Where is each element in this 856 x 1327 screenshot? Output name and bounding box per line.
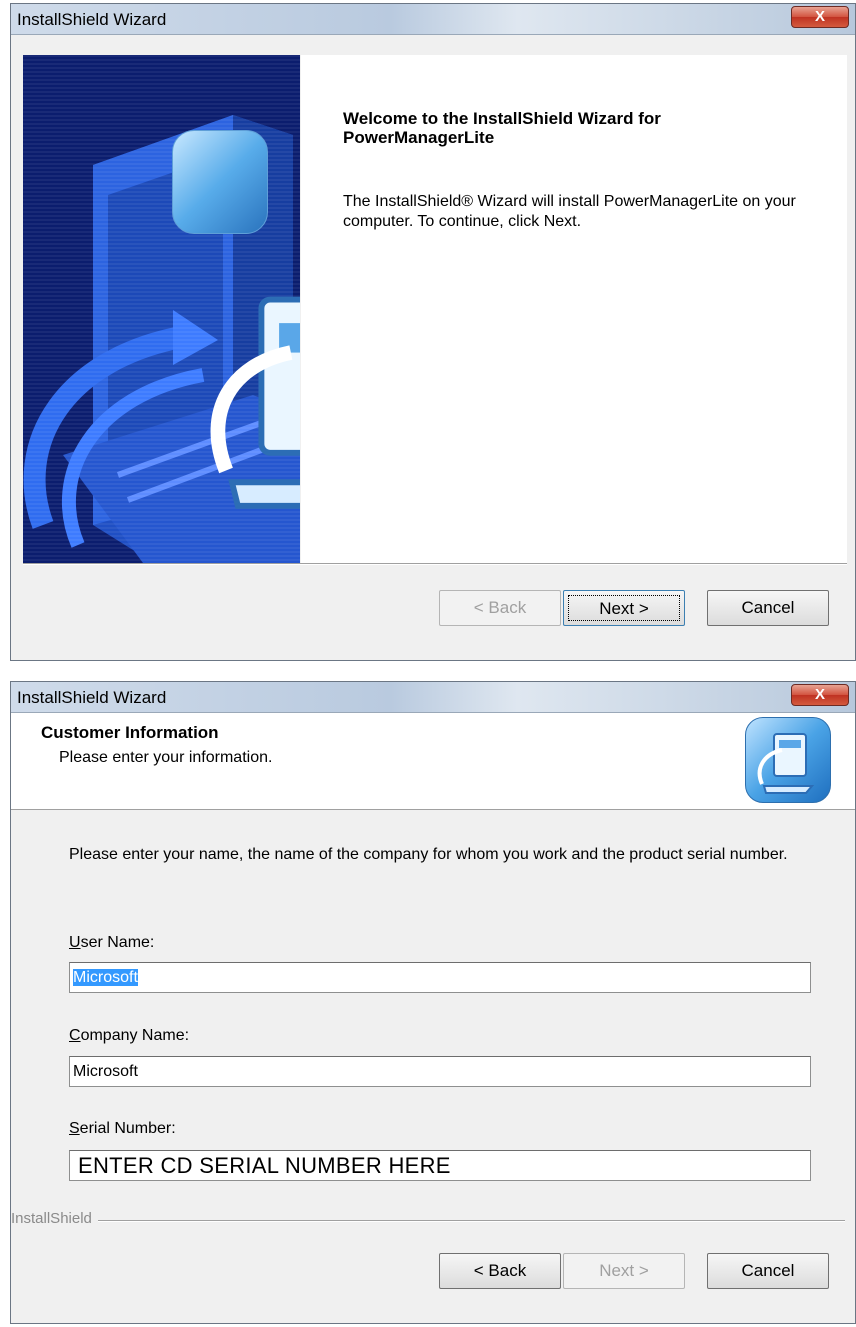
close-button[interactable]: X xyxy=(791,684,849,706)
next-button-label: Next > xyxy=(599,1261,649,1280)
instructions-text: Please enter your name, the name of the … xyxy=(69,846,788,863)
title-bar[interactable]: InstallShield Wizard X xyxy=(11,682,855,713)
serial-number-label: Serial Number: xyxy=(69,1120,176,1137)
installer-computer-icon xyxy=(172,130,300,509)
company-name-value: Microsoft xyxy=(73,1063,138,1080)
welcome-wizard-window: InstallShield Wizard X Welcome to the In… xyxy=(10,3,856,661)
cancel-button[interactable]: Cancel xyxy=(707,590,829,626)
cancel-button[interactable]: Cancel xyxy=(707,1253,829,1289)
back-button-label: < Back xyxy=(473,598,527,617)
next-button-label: Next > xyxy=(599,599,649,618)
cancel-button-label: Cancel xyxy=(741,1261,795,1280)
installshield-brand: InstallShield xyxy=(11,1210,98,1227)
back-button[interactable]: < Back xyxy=(439,1253,561,1289)
wizard-banner-image xyxy=(23,55,300,563)
footer-divider xyxy=(11,1220,845,1222)
page-subtitle: Please enter your information. xyxy=(59,749,273,766)
wizard-header: Customer Information Please enter your i… xyxy=(11,713,855,810)
company-name-input[interactable]: Microsoft xyxy=(69,1056,811,1087)
user-name-input[interactable]: Microsoft xyxy=(69,962,811,993)
next-button[interactable]: Next > xyxy=(563,1253,685,1289)
footer-divider xyxy=(23,563,847,565)
page-title: Customer Information xyxy=(41,723,219,742)
user-name-label: User Name: xyxy=(69,934,155,951)
welcome-panel: Welcome to the InstallShield Wizard for … xyxy=(301,55,847,563)
close-button[interactable]: X xyxy=(791,6,849,28)
customer-info-wizard-window: InstallShield Wizard X Customer Informat… xyxy=(10,681,856,1324)
cancel-button-label: Cancel xyxy=(741,598,795,617)
next-button[interactable]: Next > xyxy=(563,590,685,626)
title-bar[interactable]: InstallShield Wizard X xyxy=(11,4,855,35)
window-title: InstallShield Wizard xyxy=(17,688,167,707)
welcome-heading: Welcome to the InstallShield Wizard for … xyxy=(343,109,661,147)
back-button[interactable]: < Back xyxy=(439,590,561,626)
serial-number-value: ENTER CD SERIAL NUMBER HERE xyxy=(78,1153,451,1178)
company-name-label: Company Name: xyxy=(69,1027,190,1044)
user-name-value: Microsoft xyxy=(73,969,138,986)
close-icon: X xyxy=(814,686,825,703)
serial-number-input[interactable]: ENTER CD SERIAL NUMBER HERE xyxy=(69,1150,811,1181)
close-icon: X xyxy=(814,8,825,25)
window-title: InstallShield Wizard xyxy=(17,10,167,29)
welcome-description: The InstallShield® Wizard will install P… xyxy=(343,193,796,230)
back-button-label: < Back xyxy=(473,1261,527,1280)
installer-computer-icon xyxy=(745,717,831,803)
